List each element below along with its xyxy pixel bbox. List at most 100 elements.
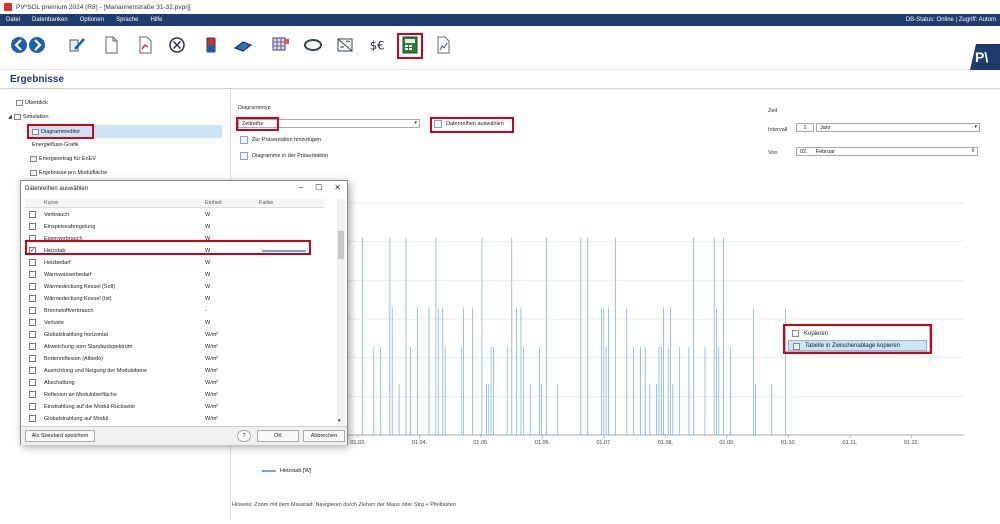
- series-row[interactable]: Globalstrahlung horizontal W/m²: [25, 329, 337, 341]
- scroll-down-icon[interactable]: ▾: [338, 418, 341, 424]
- series-checkbox[interactable]: [29, 319, 36, 326]
- col-unit: Einheit: [205, 200, 222, 206]
- tree-item-enev[interactable]: Energieertrag für EnEV: [30, 156, 96, 162]
- pv-module-button[interactable]: [232, 34, 254, 56]
- series-row[interactable]: Wärmedeckung Kessel (Ist) W: [25, 293, 337, 305]
- tree-item-label: Energieertrag für EnEV: [39, 156, 96, 162]
- menu-sprache[interactable]: Sprache: [110, 17, 144, 23]
- series-row[interactable]: Ausrichtung und Neigung der Modulebene W/…: [25, 365, 337, 377]
- dialog-footer: Als Standard speichern ? OK Abbrechen: [21, 426, 347, 445]
- series-name: Abschattung: [44, 380, 75, 386]
- series-name: Einstrahlung auf die Modul-Rückseite: [44, 404, 136, 410]
- series-row[interactable]: Abschattung W/m²: [25, 377, 337, 389]
- from-date-picker[interactable]: 02. Februar ⇕: [796, 147, 978, 156]
- new-document-button[interactable]: [100, 34, 122, 56]
- inverter-button[interactable]: [334, 34, 356, 56]
- series-row[interactable]: Einstrahlung auf die Modul-Rückseite W/m²: [25, 401, 337, 413]
- tree-item-overview[interactable]: Überblick: [16, 100, 48, 106]
- forward-arrow-icon: [29, 37, 45, 53]
- series-unit: W/m²: [205, 404, 219, 410]
- diagrams-in-presentation-button[interactable]: Diagramme in der Präsentation: [240, 152, 328, 160]
- battery-button[interactable]: [200, 34, 222, 56]
- interval-count-input[interactable]: 1: [796, 123, 814, 132]
- series-checkbox[interactable]: [29, 391, 36, 398]
- pen-icon: [69, 38, 85, 52]
- x-tick-label: 01.09.: [719, 440, 735, 445]
- x-tick-label: 01.12.: [904, 440, 920, 445]
- series-checkbox[interactable]: [29, 367, 36, 374]
- forward-button[interactable]: [26, 34, 48, 56]
- series-row[interactable]: Reflexion an Moduloberfläche W/m²: [25, 389, 337, 401]
- title-divider: [0, 88, 1000, 89]
- report-button[interactable]: [432, 34, 454, 56]
- inverter-icon: [337, 38, 353, 52]
- cancel-tool-button[interactable]: [166, 34, 188, 56]
- menu-bar: Datei Datenbanken Optionen Sprache Hilfe…: [0, 14, 1000, 26]
- series-checkbox[interactable]: [29, 415, 36, 422]
- series-row[interactable]: Brennstoffverbrauch -: [25, 305, 337, 317]
- series-scrollbar[interactable]: ▾: [337, 199, 345, 425]
- series-unit: -: [205, 308, 207, 314]
- ok-button[interactable]: OK: [257, 430, 299, 442]
- currency-icon: $€: [370, 39, 385, 53]
- legend-swatch: [262, 470, 276, 472]
- series-row[interactable]: Wärmedeckung Kessel (Soll) W: [25, 281, 337, 293]
- menu-hilfe[interactable]: Hilfe: [144, 17, 168, 23]
- series-row[interactable]: Bodenreflexion (Albedo) W/m²: [25, 353, 337, 365]
- series-row[interactable]: Verluste W: [25, 317, 337, 329]
- series-row[interactable]: Verbrauch W: [25, 209, 337, 221]
- minimize-icon[interactable]: –: [299, 183, 303, 192]
- series-row[interactable]: Einspeiseabregelung W: [25, 221, 337, 233]
- series-checkbox[interactable]: [29, 331, 36, 338]
- menu-datenbanken[interactable]: Datenbanken: [26, 17, 74, 23]
- series-checkbox[interactable]: [29, 295, 36, 302]
- tree-item-per-module-area[interactable]: Ergebnisse pro Modulfläche: [30, 170, 107, 176]
- series-checkbox[interactable]: [29, 379, 36, 386]
- cancel-button[interactable]: Abbrechen: [303, 430, 345, 442]
- tree-item-energy-flow[interactable]: Energiefluss-Grafik: [32, 142, 79, 148]
- project-data-button[interactable]: [66, 34, 88, 56]
- series-checkbox[interactable]: [29, 355, 36, 362]
- series-row[interactable]: Warmwasserbedarf W: [25, 269, 337, 281]
- x-tick-label: 01.07.: [596, 440, 612, 445]
- scrollbar-thumb[interactable]: [338, 231, 344, 259]
- series-checkbox[interactable]: [29, 259, 36, 266]
- cables-button[interactable]: [302, 34, 324, 56]
- series-checkbox[interactable]: [29, 283, 36, 290]
- series-row[interactable]: Globalstrahlung auf Modul W/m²: [25, 413, 337, 425]
- series-unit: W: [205, 320, 211, 326]
- series-checkbox[interactable]: [29, 211, 36, 218]
- page-icon: [30, 156, 37, 162]
- financial-analysis-button[interactable]: $€: [366, 34, 392, 56]
- chevron-down-icon: ▾: [414, 120, 417, 126]
- diagrams-in-presentation-label: Diagramme in der Präsentation: [252, 153, 329, 159]
- menu-optionen[interactable]: Optionen: [74, 17, 110, 23]
- legend-label: Heizstab [W]: [280, 468, 312, 474]
- spin-icon: ⇕: [970, 148, 975, 154]
- page-icon: [30, 170, 37, 176]
- series-checkbox[interactable]: [29, 223, 36, 230]
- diagram-type-highlight: [236, 117, 279, 131]
- col-curve: Kurve: [44, 200, 59, 206]
- maximize-icon[interactable]: ☐: [315, 183, 322, 192]
- series-checkbox[interactable]: [29, 403, 36, 410]
- presentation-icon: [240, 152, 248, 160]
- series-row[interactable]: Heizbedarf W: [25, 257, 337, 269]
- series-row[interactable]: Abweichung vom Standardspektrum W/m²: [25, 341, 337, 353]
- series-name: Reflexion an Moduloberfläche: [44, 392, 117, 398]
- menu-datei[interactable]: Datei: [0, 17, 26, 23]
- close-icon[interactable]: ✕: [334, 183, 341, 192]
- series-checkbox[interactable]: [29, 271, 36, 278]
- tree-item-simulation[interactable]: ◢ Simulation: [8, 114, 49, 120]
- add-to-presentation-button[interactable]: Zur Präsentation hinzufügen: [240, 136, 321, 144]
- series-checkbox[interactable]: [29, 343, 36, 350]
- x-tick-label: 01.05.: [473, 440, 489, 445]
- consumption-button[interactable]: [134, 34, 156, 56]
- series-name: Bodenreflexion (Albedo): [44, 356, 104, 362]
- series-checkbox[interactable]: [29, 307, 36, 314]
- save-default-button[interactable]: Als Standard speichern: [25, 430, 95, 442]
- layout-button[interactable]: [270, 34, 292, 56]
- help-button[interactable]: ?: [237, 430, 251, 442]
- interval-unit-select[interactable]: Jahr ▾: [816, 123, 980, 132]
- svg-text:$€: $€: [370, 39, 385, 53]
